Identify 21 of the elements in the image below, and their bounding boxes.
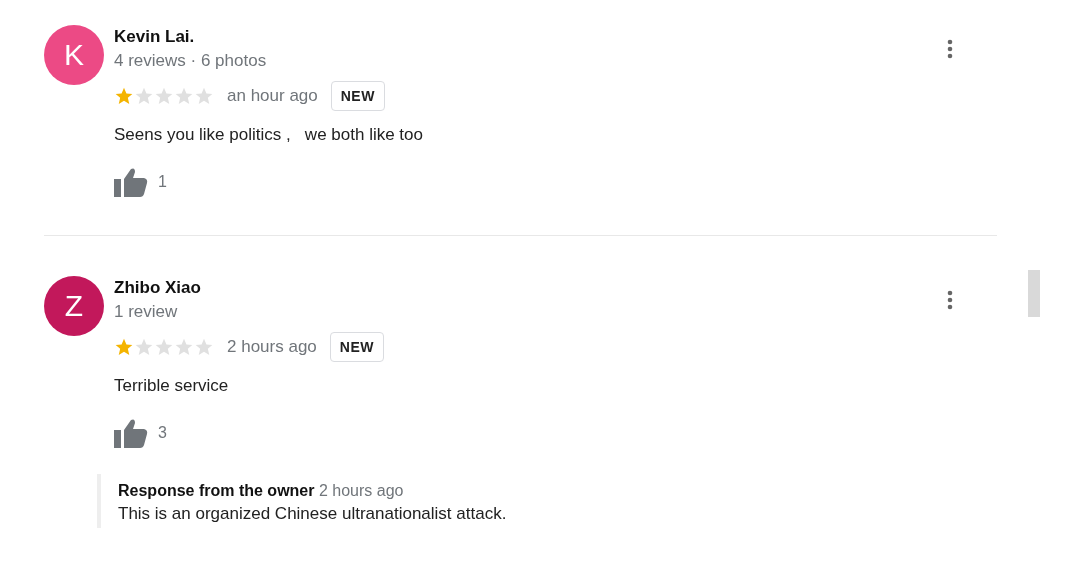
review-text: Terrible service bbox=[114, 376, 230, 396]
avatar[interactable]: K bbox=[44, 25, 104, 85]
like-count: 3 bbox=[158, 424, 167, 442]
review-time: an hour ago bbox=[227, 86, 318, 106]
reviewer-name[interactable]: Kevin Lai. bbox=[114, 27, 937, 47]
scrollbar-thumb[interactable] bbox=[1028, 270, 1040, 317]
review-time: 2 hours ago bbox=[227, 337, 317, 357]
response-heading: Response from the owner 2 hours ago bbox=[118, 482, 405, 500]
new-badge: NEW bbox=[330, 81, 385, 111]
reviewer-stats: 1 review bbox=[114, 302, 179, 322]
thumbs-up-icon[interactable] bbox=[114, 167, 148, 197]
new-badge: NEW bbox=[329, 332, 384, 362]
reviewer-stats: 4 reviews · 6 photos bbox=[114, 51, 268, 71]
avatar[interactable]: Z bbox=[44, 276, 104, 336]
more-options-icon[interactable] bbox=[947, 39, 953, 59]
thumbs-up-icon[interactable] bbox=[114, 418, 148, 448]
reviewer-name[interactable]: Zhibo Xiao bbox=[114, 278, 937, 298]
response-text: This is an organized Chinese ultranationalist attack. bbox=[118, 504, 508, 524]
more-options-icon[interactable] bbox=[947, 290, 953, 310]
like-count: 1 bbox=[158, 173, 167, 191]
review-text: Seens you like politics , we both like too bbox=[114, 125, 424, 145]
